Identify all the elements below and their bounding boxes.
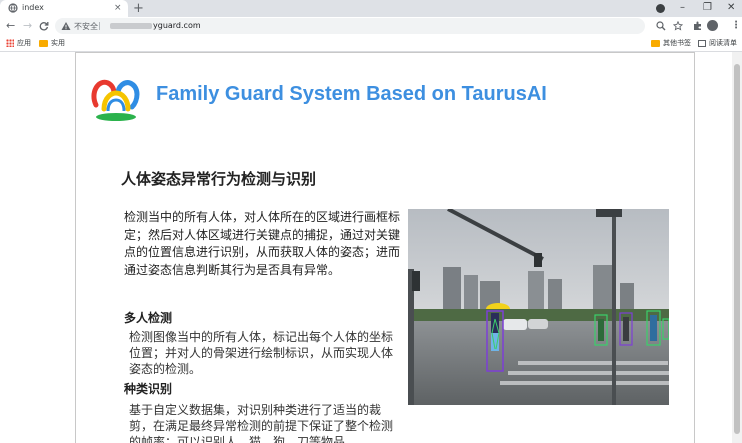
page-scrollbar[interactable]: [732, 52, 742, 443]
tab-strip: index × + – ❐ ✕: [0, 0, 742, 17]
brand-title: Family Guard System Based on TaurusAI: [156, 83, 547, 105]
close-window-button[interactable]: ✕: [727, 1, 735, 15]
section-title: 人体姿态异常行为检测与识别: [121, 170, 317, 188]
url-redacted-block: [110, 23, 152, 29]
forward-button[interactable]: →: [23, 19, 32, 33]
reload-icon[interactable]: [39, 21, 49, 31]
globe-icon: [8, 3, 18, 13]
back-button[interactable]: ←: [6, 19, 15, 33]
scrollbar-thumb[interactable]: [734, 64, 740, 434]
folder-icon: [651, 39, 660, 47]
browser-toolbar: ← → 不安全 | yguard.com ⋮: [0, 17, 742, 35]
bookmark-apps-label: 应用: [17, 39, 31, 47]
tab-index[interactable]: index ×: [0, 0, 128, 17]
folder-icon: [39, 39, 48, 47]
bookmark-other[interactable]: 其他书签: [651, 38, 691, 48]
bookmark-other-label: 其他书签: [663, 39, 691, 47]
page-viewport[interactable]: Family Guard System Based on TaurusAI 人体…: [0, 52, 742, 443]
extensions-icon[interactable]: [693, 21, 703, 31]
security-label[interactable]: 不安全: [74, 21, 98, 32]
intro-paragraph: 检测当中的所有人体，对人体所在的区域进行画框标定；然后对人体区域进行关键点的捕捉…: [124, 210, 401, 277]
profile-avatar-icon[interactable]: [707, 20, 718, 31]
reading-list[interactable]: 阅读清单: [698, 38, 737, 48]
minimize-button[interactable]: –: [680, 1, 685, 15]
apps-grid-icon: [6, 39, 14, 47]
feature-text-category: 基于自定义数据集，对识别种类进行了适当的裁剪，在满足最终异常检测的前提下保证了整…: [129, 403, 394, 443]
bookmark-practical-label: 实用: [51, 39, 65, 47]
bookmark-apps[interactable]: 应用: [6, 38, 31, 48]
detection-example-photo: [408, 209, 669, 405]
new-tab-button[interactable]: +: [133, 0, 144, 17]
address-bar[interactable]: 不安全 | yguard.com: [55, 18, 683, 34]
content-card: Family Guard System Based on TaurusAI 人体…: [75, 52, 695, 443]
restore-button[interactable]: ❐: [703, 1, 712, 15]
bookmark-practical[interactable]: 实用: [39, 38, 65, 48]
warning-icon[interactable]: [61, 21, 71, 31]
feature-text-multi-person: 检测图像当中的所有人体，标记出每个人体的坐标位置；并对人的骨架进行绘制标识，从而…: [129, 330, 394, 376]
address-separator: |: [98, 21, 101, 30]
profile-indicator-icon[interactable]: [656, 4, 665, 13]
star-icon[interactable]: [673, 21, 683, 31]
feature-title-category: 种类识别: [124, 382, 173, 396]
url-text[interactable]: yguard.com: [153, 21, 201, 30]
menu-icon[interactable]: ⋮: [731, 19, 741, 33]
tab-close-icon[interactable]: ×: [114, 2, 122, 14]
reading-list-label: 阅读清单: [709, 39, 737, 47]
tab-title: index: [22, 3, 44, 12]
bookmarks-bar: 应用 实用 其他书签 阅读清单: [0, 35, 742, 52]
feature-title-multi-person: 多人检测: [124, 311, 173, 325]
reading-list-icon: [698, 39, 706, 47]
family-guard-logo: [91, 79, 140, 121]
zoom-icon[interactable]: [656, 21, 666, 31]
